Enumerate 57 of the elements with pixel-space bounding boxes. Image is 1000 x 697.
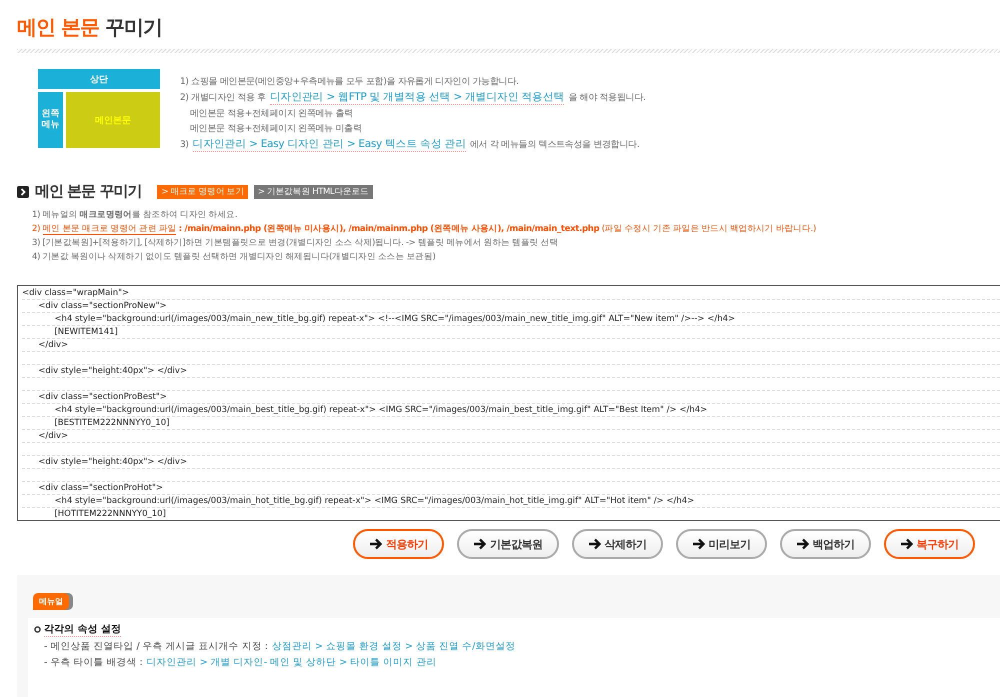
menu-path-link[interactable]: 상점관리 > 쇼핑몰 환경 설정 > 상품 진열 수/화면설정 xyxy=(272,640,516,653)
note-text: 메인본문 적용+전체페이지 왼쪽메뉴 출력 xyxy=(190,108,353,120)
code-line: </div> xyxy=(37,430,68,442)
arrow-icon xyxy=(692,538,706,550)
code-editor[interactable] xyxy=(17,285,1000,521)
page-title: 메인 본문 xyxy=(17,14,99,41)
layout-left-region: 왼쪽 메뉴 xyxy=(38,92,63,148)
section-title: 메인 본문 꾸미기 xyxy=(35,182,142,201)
page-title: 꾸미기 xyxy=(104,14,162,41)
note-text: 을 해야 적용됩니다. xyxy=(568,92,646,104)
arrow-icon xyxy=(900,538,914,550)
code-line: <h4 style="background:url(/images/003/main_best_title_bg.gif) repeat-x"> <IMG SRC="/images/003/main_best_title_img.gif" ALT="Best Item" /> </h4> xyxy=(53,404,708,416)
action-button[interactable]: 복구하기 xyxy=(884,529,974,559)
menu-path-link[interactable]: 디자인관리 > 웹FTP 및 개별적용 선택 > 개별디자인 적용선택 xyxy=(270,90,564,105)
code-line: </div> xyxy=(37,339,68,351)
manual-text: - 메인상품 진열타입 / 우측 게시글 표시개수 지정 : xyxy=(44,640,268,653)
code-line: <div style="height:40px"> </div> xyxy=(37,456,188,468)
menu-path-link[interactable]: 디자인관리 > 개별 디자인- 메인 및 상하단 > 타이틀 이미지 관리 xyxy=(146,656,436,669)
bullet-icon xyxy=(34,626,41,633)
action-button[interactable]: 삭제하기 xyxy=(572,529,662,559)
action-button[interactable]: 적용하기 xyxy=(353,529,444,559)
layout-top-region: 상단 xyxy=(38,69,160,89)
code-line: [BESTITEM222NNNYY0_10] xyxy=(53,417,170,429)
arrow-icon xyxy=(796,538,810,550)
manual-heading: 각각의 속성 설정 xyxy=(44,622,121,637)
download-button[interactable]: > 기본값복원 HTML다운로드 xyxy=(254,184,373,198)
arrow-icon xyxy=(369,538,383,550)
code-line: <h4 style="background:url(/images/003/main_hot_title_bg.gif) repeat-x"> <IMG SRC="/images/003/main_hot_title_img.gif" ALT="Hot item" /> </h4> xyxy=(53,495,694,507)
note-text: 메인본문 적용+전체페이지 왼쪽메뉴 미출력 xyxy=(190,123,362,135)
note-text: 4) 기본값 복원이나 삭제하기 없이도 템플릿 선택하면 개별디자인 해제됩니다(개별디자인 소스는 보관됨) xyxy=(32,251,437,263)
code-line: <div class="sectionProHot"> xyxy=(37,482,164,494)
note-text: 3) [기본값복원]+[적용하기], [삭제하기]하면 기본템플릿으로 변경(개별디자인 소스 삭제)됩니다. -> 템플릿 메뉴에서 원하는 템플릿 선택 xyxy=(32,237,559,249)
note-text: 2) 개별디자인 적용 후 xyxy=(180,92,266,104)
code-line: <div class="wrapMain"> xyxy=(22,287,130,299)
note-text: 2) xyxy=(32,224,40,234)
macro-button[interactable]: > 매크로 명령어 보기 xyxy=(157,184,248,198)
code-line: [NEWITEM141] xyxy=(53,326,118,338)
note-text: : /main/mainn.php (왼쪽메뉴 미사용시), /main/mainm.php (왼쪽메뉴 사용시), /main/main_text.php (파일 수정시 기존 파일은 반드시 백업하시기 바랍니다.) xyxy=(178,224,816,234)
code-line: <div style="height:40px"> </div> xyxy=(37,365,188,377)
code-line: <h4 style="background:url(/images/003/main_new_title_bg.gif) repeat-x"> <!--<IMG SRC="/images/003/main_new_title_img.gif" ALT="New item" />--> </h4> xyxy=(53,313,736,325)
manual-badge: 메뉴얼 xyxy=(33,593,69,610)
file-link[interactable]: 메인 본문 매크로 명령어 관련 파일 xyxy=(42,224,176,235)
action-button[interactable]: 백업하기 xyxy=(780,529,870,559)
action-button[interactable]: 미리보기 xyxy=(676,529,766,559)
menu-path-link[interactable]: 디자인관리 > Easy 디자인 관리 > Easy 텍스트 속성 관리 xyxy=(192,137,466,152)
code-line: [HOTITEM222NNNYY0_10] xyxy=(53,508,166,520)
arrow-icon xyxy=(588,538,602,550)
note-text: 에서 각 메뉴들의 텍스트속성을 변경합니다. xyxy=(470,139,640,151)
note-text: 1) 쇼핑몰 메인본문(메인중앙+우측메뉴를 모두 포함)을 자유롭게 디자인이 가능합니다. xyxy=(180,76,519,88)
chevron-icon xyxy=(17,186,29,198)
note-text: 3) xyxy=(180,140,189,150)
action-button[interactable]: 기본값복원 xyxy=(457,529,558,559)
arrow-icon xyxy=(473,538,487,550)
note-text: 1) 메뉴얼의 매크로명령어를 참조하여 디자인 하세요. xyxy=(32,209,238,221)
manual-text: - 우측 타이틀 배경색 : xyxy=(44,656,143,669)
code-line: <div class="sectionProNew"> xyxy=(37,300,167,312)
code-line: <div class="sectionProBest"> xyxy=(37,391,167,403)
